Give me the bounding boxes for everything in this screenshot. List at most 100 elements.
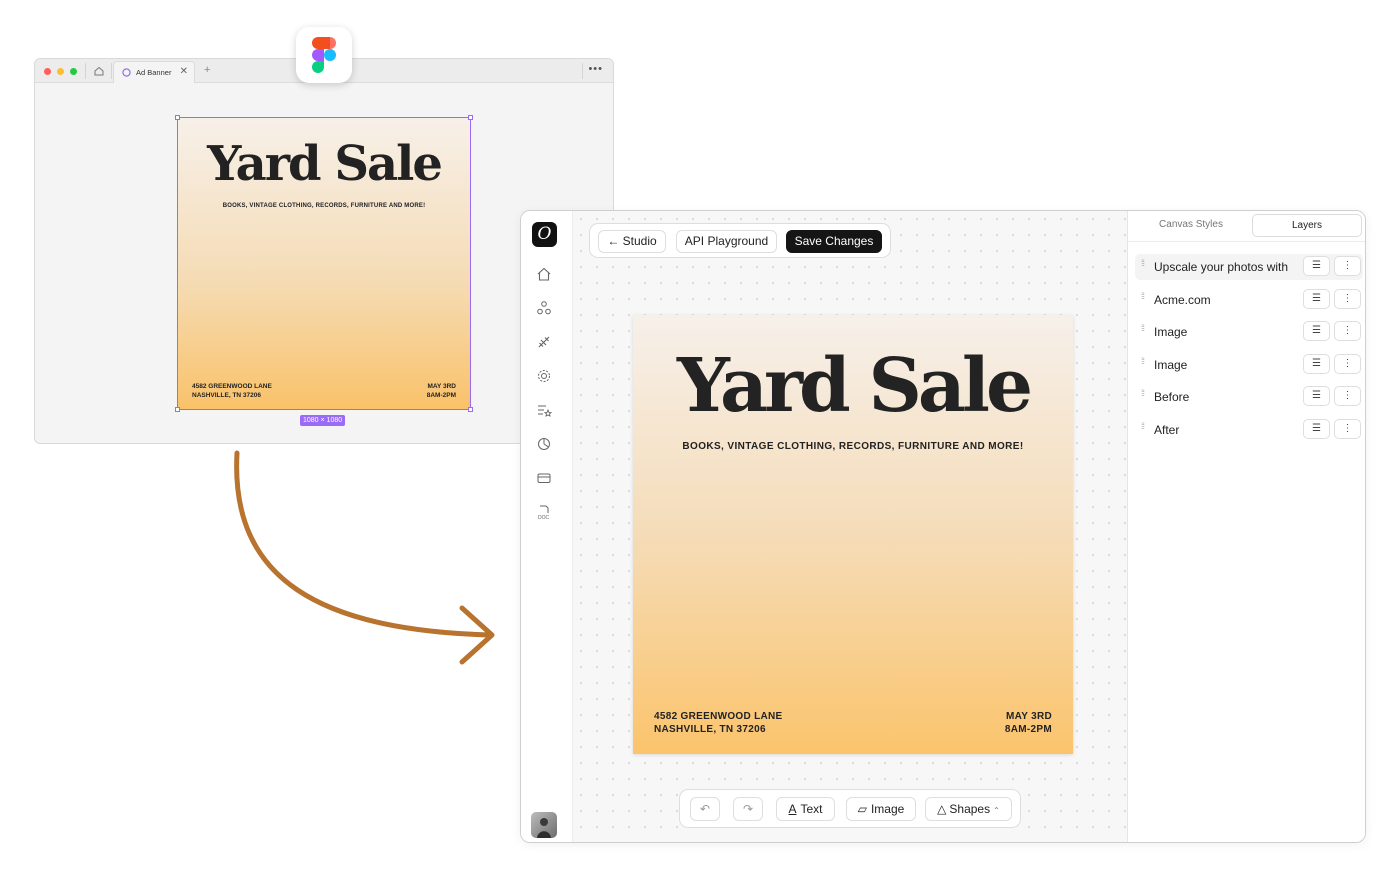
card-icon[interactable] <box>536 470 552 486</box>
adjust-icon[interactable]: ☰ <box>1303 321 1330 341</box>
drag-handle-icon[interactable]: ⁞⁞ <box>1141 422 1145 431</box>
layer-name: Before <box>1154 390 1190 404</box>
top-toolbar: ← Studio API Playground Save Changes <box>589 223 891 258</box>
artboard-date: MAY 3RD 8AM-2PM <box>427 382 456 400</box>
api-playground-button[interactable]: API Playground <box>676 230 777 253</box>
figma-artboard[interactable]: Yard Sale BOOKS, VINTAGE CLOTHING, RECOR… <box>175 115 473 412</box>
shapes-button-label: Shapes <box>949 802 991 816</box>
drag-handle-icon[interactable]: ⁞⁞ <box>1141 259 1145 268</box>
banner-title[interactable]: Yard Sale <box>633 343 1073 429</box>
layer-name: Upscale your photos with <box>1154 260 1289 274</box>
drag-handle-icon[interactable]: ⁞⁞ <box>1141 389 1145 398</box>
maximize-window-dot[interactable] <box>70 68 77 75</box>
tab-divider <box>582 63 583 79</box>
close-icon[interactable]: ✕ <box>180 66 188 77</box>
banner-canvas[interactable]: Yard Sale BOOKS, VINTAGE CLOTHING, RECOR… <box>633 315 1073 754</box>
plugin-icon[interactable] <box>536 334 552 350</box>
resize-handle[interactable] <box>175 407 180 412</box>
tab-title: Ad Banner <box>136 68 172 77</box>
editor-app-window: O DOC ← Studio API Playground Save Chang… <box>520 210 1366 843</box>
layer-name: Image <box>1154 358 1188 372</box>
layer-item[interactable]: ⁞⁞ Image ☰ ⋮ <box>1135 319 1363 345</box>
text-icon: A <box>788 802 797 816</box>
adjust-icon[interactable]: ☰ <box>1303 289 1330 309</box>
chevron-up-icon: ⌃ <box>993 806 1000 815</box>
layer-item[interactable]: ⁞⁞ Before ☰ ⋮ <box>1135 384 1363 410</box>
avatar[interactable] <box>531 812 557 838</box>
image-icon: ▱ <box>857 802 867 816</box>
more-vertical-icon[interactable]: ⋮ <box>1334 354 1361 374</box>
studio-button[interactable]: ← Studio <box>598 230 666 253</box>
panel-divider <box>1128 241 1365 242</box>
chart-icon[interactable] <box>536 436 552 452</box>
left-rail: O DOC <box>521 211 573 842</box>
figma-logo-icon <box>296 27 352 83</box>
app-logo[interactable]: O <box>532 222 557 247</box>
adjust-icon[interactable]: ☰ <box>1303 386 1330 406</box>
tab-divider <box>111 63 112 79</box>
tab-layers[interactable]: Layers <box>1252 214 1362 237</box>
text-button-label: Text <box>800 802 823 816</box>
address-line-2: NASHVILLE, TN 37206 <box>192 392 261 399</box>
image-button-label: Image <box>870 802 905 816</box>
drag-handle-icon[interactable]: ⁞⁞ <box>1141 292 1145 301</box>
address-line-1: 4582 GREENWOOD LANE <box>654 711 783 722</box>
tab-divider <box>85 63 86 79</box>
save-changes-button[interactable]: Save Changes <box>786 230 882 253</box>
resize-handle[interactable] <box>175 115 180 120</box>
more-vertical-icon[interactable]: ⋮ <box>1334 419 1361 439</box>
layer-name: Acme.com <box>1154 293 1211 307</box>
home-icon[interactable] <box>93 65 105 77</box>
shapes-icon: △ <box>937 802 947 816</box>
more-vertical-icon[interactable]: ⋮ <box>1334 386 1361 406</box>
resize-handle[interactable] <box>468 407 473 412</box>
artboard-address: 4582 GREENWOOD LANE NASHVILLE, TN 37206 <box>192 382 272 400</box>
tab-ad-banner[interactable]: Ad Banner ✕ <box>113 61 195 83</box>
canvas-area[interactable]: ← Studio API Playground Save Changes Yar… <box>573 211 1127 842</box>
panel-tabs: Canvas Styles Layers <box>1136 214 1362 238</box>
add-text-button[interactable]: A Text <box>776 797 835 821</box>
date-line-2: 8AM-2PM <box>426 392 456 399</box>
tab-canvas-styles[interactable]: Canvas Styles <box>1136 214 1246 237</box>
bottom-toolbar: ↶ ↷ A Text ▱ Image △ Shapes ⌃ <box>679 789 1021 828</box>
drag-handle-icon[interactable]: ⁞⁞ <box>1141 357 1145 366</box>
new-tab-button[interactable]: + <box>204 64 210 76</box>
layer-item[interactable]: ⁞⁞ Upscale your photos with ☰ ⋮ <box>1135 254 1363 280</box>
minimize-window-dot[interactable] <box>57 68 64 75</box>
list-star-icon[interactable] <box>536 402 552 418</box>
doc-icon[interactable]: DOC <box>536 504 552 520</box>
nodes-icon[interactable] <box>536 300 552 316</box>
artboard-subtitle: BOOKS, VINTAGE CLOTHING, RECORDS, FURNIT… <box>222 203 426 209</box>
gear-icon[interactable] <box>536 368 552 384</box>
address-line-2: NASHVILLE, TN 37206 <box>654 724 766 735</box>
layer-item[interactable]: ⁞⁞ Acme.com ☰ ⋮ <box>1135 287 1363 313</box>
adjust-icon[interactable]: ☰ <box>1303 419 1330 439</box>
right-panel: Canvas Styles Layers ⁞⁞ Upscale your pho… <box>1127 211 1365 842</box>
banner-subtitle[interactable]: BOOKS, VINTAGE CLOTHING, RECORDS, FURNIT… <box>633 441 1073 452</box>
more-vertical-icon[interactable]: ⋮ <box>1334 289 1361 309</box>
address-line-1: 4582 GREENWOOD LANE <box>192 383 272 390</box>
layer-name: Image <box>1154 325 1188 339</box>
redo-button[interactable]: ↷ <box>733 797 763 821</box>
home-icon[interactable] <box>536 266 552 282</box>
more-vertical-icon[interactable]: ⋮ <box>1334 321 1361 341</box>
adjust-icon[interactable]: ☰ <box>1303 354 1330 374</box>
drag-handle-icon[interactable]: ⁞⁞ <box>1141 324 1145 333</box>
arrow-icon <box>234 450 495 665</box>
date-line-2: 8AM-2PM <box>1004 724 1052 735</box>
add-shapes-button[interactable]: △ Shapes ⌃ <box>925 797 1012 821</box>
artboard-title: Yard Sale <box>207 136 443 192</box>
add-image-button[interactable]: ▱ Image <box>846 797 916 821</box>
figma-file-icon <box>122 68 131 77</box>
more-vertical-icon[interactable]: ⋮ <box>1334 256 1361 276</box>
banner-date[interactable]: MAY 3RD 8AM-2PM <box>1005 710 1052 736</box>
layer-item[interactable]: ⁞⁞ Image ☰ ⋮ <box>1135 352 1363 378</box>
date-line-1: MAY 3RD <box>427 383 456 390</box>
banner-address[interactable]: 4582 GREENWOOD LANE NASHVILLE, TN 37206 <box>654 710 783 736</box>
resize-handle[interactable] <box>468 115 473 120</box>
undo-button[interactable]: ↶ <box>690 797 720 821</box>
layer-item[interactable]: ⁞⁞ After ☰ ⋮ <box>1135 417 1363 443</box>
close-window-dot[interactable] <box>44 68 51 75</box>
adjust-icon[interactable]: ☰ <box>1303 256 1330 276</box>
more-menu-icon[interactable]: ••• <box>588 63 603 75</box>
